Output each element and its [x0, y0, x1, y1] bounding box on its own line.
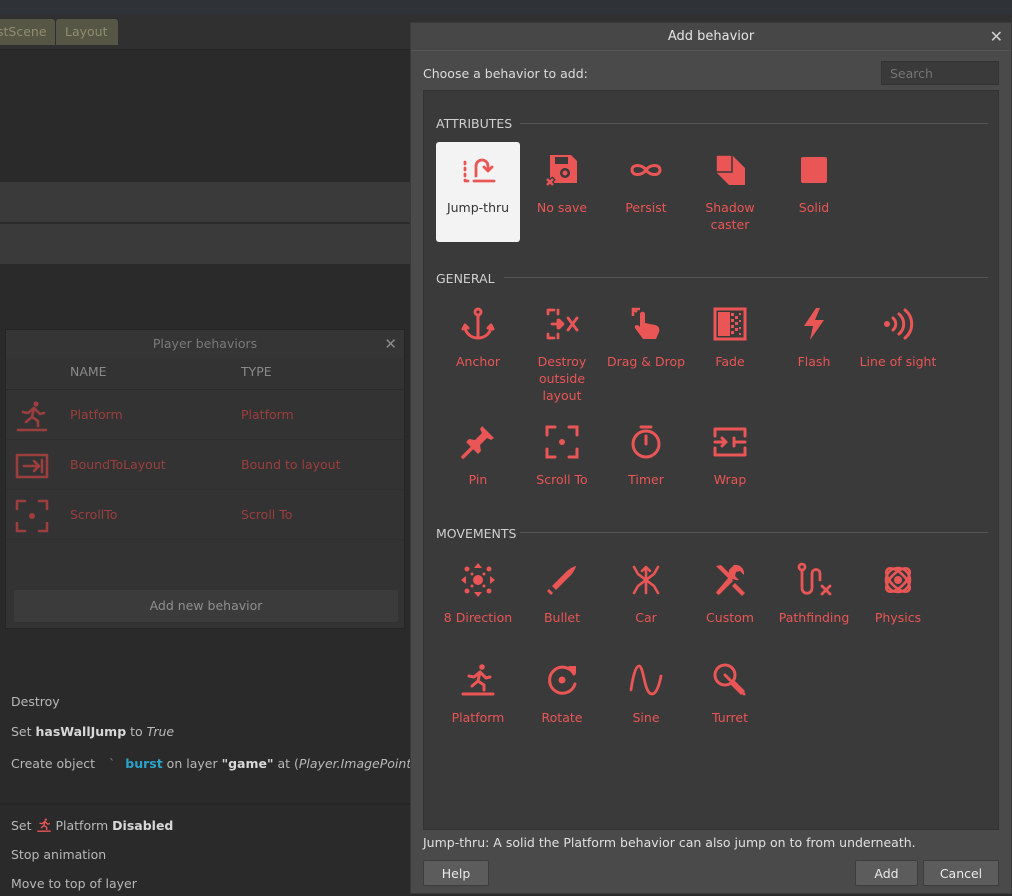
- behavior-pin[interactable]: Pin: [436, 414, 520, 514]
- turret-icon: [713, 663, 746, 696]
- physics-icon: [884, 566, 912, 594]
- behavior-8-direction[interactable]: 8 Direction: [436, 552, 520, 652]
- event-sheet-actions: Destroy Set hasWallJump to True Create o…: [0, 686, 463, 896]
- rotate-icon: [548, 665, 577, 695]
- scroll-to-icon: [545, 425, 579, 459]
- add-behavior-dialog: Add behavior ✕ Choose a behavior to add:…: [410, 22, 1012, 894]
- behavior-description: Jump-thru: A solid the Platform behavior…: [423, 835, 916, 850]
- behavior-wrap[interactable]: Wrap: [688, 414, 772, 514]
- action-row[interactable]: Set hasWallJump to True: [11, 724, 174, 739]
- behavior-timer[interactable]: Timer: [604, 414, 688, 514]
- drag-drop-icon: [631, 307, 660, 339]
- bullet-icon: [547, 566, 576, 595]
- solid-icon: [801, 157, 827, 183]
- editor-bar: [0, 224, 410, 264]
- pin-icon: [461, 426, 494, 459]
- tab-event-sheet[interactable]: stScene: [0, 19, 55, 45]
- behavior-rotate[interactable]: Rotate: [520, 652, 604, 752]
- action-row[interactable]: Destroy: [11, 694, 60, 709]
- divider: [520, 123, 988, 124]
- shadow-caster-icon: [715, 154, 745, 185]
- add-button[interactable]: Add: [855, 860, 918, 886]
- platform-icon: [16, 401, 48, 432]
- table-row[interactable]: ScrollTo Scroll To: [6, 490, 404, 540]
- behavior-turret[interactable]: Turret: [688, 652, 772, 752]
- sine-icon: [629, 664, 663, 696]
- destroy-outside-layout-icon: [546, 308, 579, 340]
- cancel-button[interactable]: Cancel: [923, 860, 999, 886]
- tab-layout[interactable]: Layout 1: [56, 19, 118, 65]
- dialog-title: Add behavior: [667, 29, 755, 44]
- behavior-name: Platform: [70, 407, 123, 422]
- table-header: NAME TYPE: [6, 358, 404, 390]
- table-row[interactable]: BoundToLayout Bound to layout: [6, 440, 404, 490]
- behavior-line-of-sight[interactable]: Line of sight: [856, 296, 940, 396]
- choose-label: Choose a behavior to add:: [423, 66, 588, 81]
- behavior-type: Bound to layout: [241, 457, 341, 472]
- close-icon[interactable]: ✕: [384, 330, 397, 358]
- behavior-list: ATTRIBUTES Jump-thru No save Persist Sha…: [423, 90, 999, 830]
- behavior-car[interactable]: Car: [604, 552, 688, 652]
- top-bar: [0, 0, 1012, 14]
- action-row[interactable]: Create object ` burst on layer "game" at …: [11, 756, 463, 771]
- column-header-type: TYPE: [241, 364, 272, 379]
- behavior-type: Platform: [241, 407, 294, 422]
- behavior-fade[interactable]: Fade: [688, 296, 772, 396]
- behavior-destroy-outside-layout[interactable]: Destroy outside layout: [520, 296, 604, 403]
- column-header-name: NAME: [70, 364, 107, 379]
- behavior-name: ScrollTo: [70, 507, 118, 522]
- jump-thru-icon: [463, 158, 496, 183]
- eight-direction-icon: [461, 563, 495, 597]
- behavior-type: Scroll To: [241, 507, 293, 522]
- category-general: GENERAL: [436, 271, 495, 286]
- divider: [0, 803, 410, 805]
- behavior-name: BoundToLayout: [70, 457, 166, 472]
- behavior-no-save[interactable]: No save: [520, 142, 604, 242]
- behavior-solid[interactable]: Solid: [772, 142, 856, 242]
- behavior-pathfinding[interactable]: Pathfinding: [772, 552, 856, 652]
- behavior-sine[interactable]: Sine: [604, 652, 688, 752]
- platform-icon: [36, 818, 51, 832]
- wrap-icon: [713, 427, 747, 457]
- behavior-custom[interactable]: Custom: [688, 552, 772, 652]
- no-save-icon: [544, 155, 577, 188]
- behavior-platform[interactable]: Platform: [436, 652, 520, 752]
- table-row[interactable]: Platform Platform: [6, 390, 404, 440]
- behavior-persist[interactable]: Persist: [604, 142, 688, 242]
- action-row[interactable]: Stop animation: [11, 847, 106, 862]
- panel-title: Player behaviors: [152, 336, 258, 351]
- pathfinding-icon: [797, 562, 832, 596]
- persist-icon: [630, 164, 662, 176]
- behavior-shadow-caster[interactable]: Shadow caster: [688, 142, 772, 242]
- behavior-anchor[interactable]: Anchor: [436, 296, 520, 396]
- scroll-to-icon: [15, 499, 49, 533]
- fade-icon: [713, 307, 747, 341]
- player-behaviors-panel: Player behaviors ✕ NAME TYPE Platform Pl…: [5, 329, 405, 629]
- close-icon[interactable]: ✕: [990, 23, 1003, 51]
- bound-to-layout-icon: [15, 453, 49, 479]
- car-icon: [632, 565, 660, 595]
- help-button[interactable]: Help: [423, 860, 489, 886]
- action-row[interactable]: Move to top of layer: [11, 876, 137, 891]
- behavior-bullet[interactable]: Bullet: [520, 552, 604, 652]
- behavior-flash[interactable]: Flash: [772, 296, 856, 396]
- category-movements: MOVEMENTS: [436, 526, 517, 541]
- search-input[interactable]: [881, 61, 999, 85]
- category-attributes: ATTRIBUTES: [436, 116, 513, 131]
- line-of-sight-icon: [884, 308, 914, 340]
- divider: [520, 532, 988, 533]
- add-new-behavior-button[interactable]: Add new behavior: [14, 590, 398, 622]
- platform-icon: [461, 664, 495, 696]
- action-row[interactable]: Set Platform Disabled: [11, 817, 173, 833]
- anchor-icon: [461, 307, 495, 340]
- behavior-jump-thru[interactable]: Jump-thru: [436, 142, 520, 242]
- divider: [504, 277, 988, 278]
- behavior-drag-drop[interactable]: Drag & Drop: [604, 296, 688, 396]
- timer-icon: [631, 425, 661, 459]
- custom-icon: [716, 564, 745, 596]
- behavior-scroll-to[interactable]: Scroll To: [520, 414, 604, 514]
- behavior-physics[interactable]: Physics: [856, 552, 940, 652]
- editor-bar: [0, 182, 410, 222]
- flash-icon: [804, 308, 824, 340]
